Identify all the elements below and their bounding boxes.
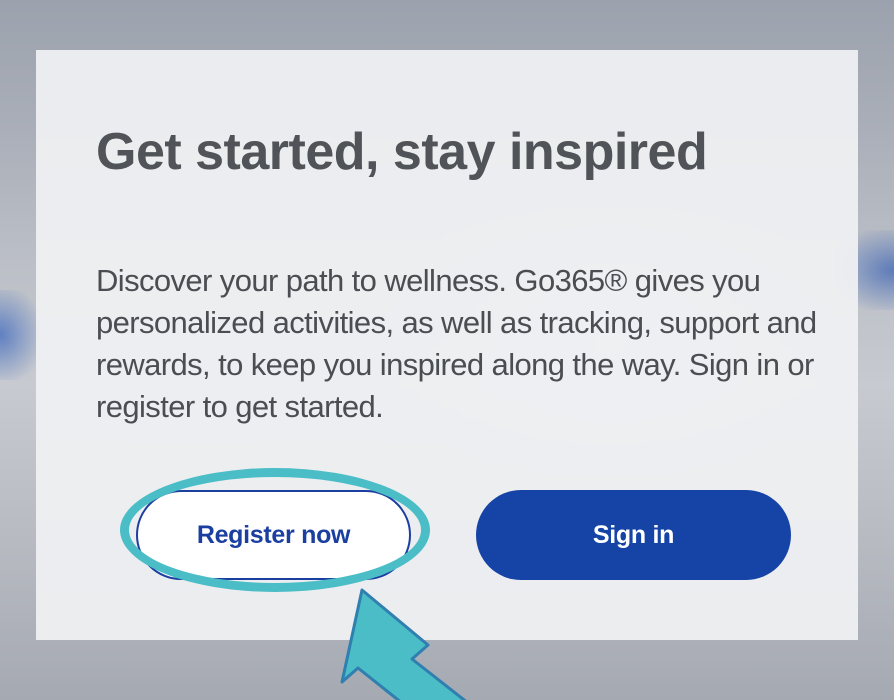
welcome-description: Discover your path to wellness. Go365® g… <box>96 263 817 424</box>
sign-in-button[interactable]: Sign in <box>476 490 791 580</box>
register-now-button[interactable]: Register now <box>136 490 411 580</box>
welcome-card: Get started, stay inspired Discover your… <box>36 50 858 640</box>
page-title: Get started, stay inspired <box>96 123 708 181</box>
background-accent-left <box>0 290 40 380</box>
